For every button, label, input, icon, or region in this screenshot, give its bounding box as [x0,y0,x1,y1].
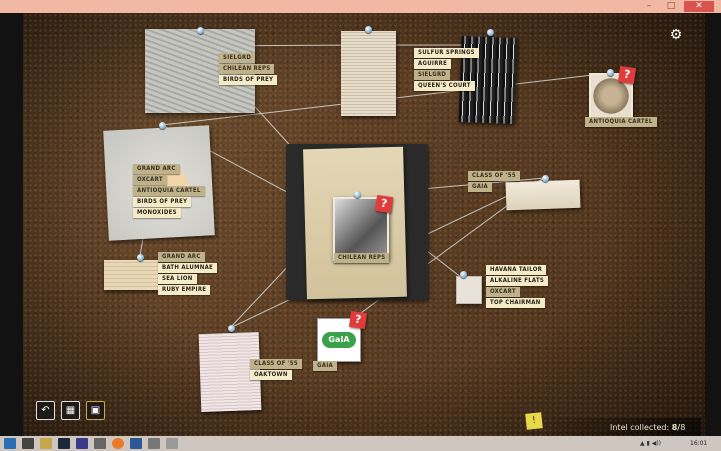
taskbar-app-icon[interactable] [22,438,34,449]
intel-value: 8/ [671,423,681,432]
evidence-tag[interactable]: Oxcart [486,287,520,297]
evidence-tag[interactable]: Sielgrd [219,53,256,63]
evidence-tag[interactable]: Queen's Court [414,81,475,91]
newspaper-clipping[interactable] [341,31,396,116]
evidence-tag[interactable]: Sea Lion [158,274,197,284]
evidence-tag[interactable]: Alkaline Flats [486,276,549,286]
map-icon[interactable]: ▦ [61,401,80,420]
evidence-tag[interactable]: Antioquia Cartel [133,186,205,196]
evidence-tag[interactable]: Chilean Reps [334,253,390,263]
evidence-tag[interactable]: Grand Arc [133,164,180,174]
pushpin-icon [137,254,144,261]
evidence-tag[interactable]: Havana Tailor [486,265,547,275]
intel-total: 8 [680,423,686,432]
evidence-tag[interactable]: Aguirre [414,59,452,69]
evidence-tag[interactable]: Sielgrd [414,70,451,80]
evidence-tag[interactable]: Gaia [313,361,337,371]
steam-icon[interactable] [58,438,70,449]
pushpin-icon [460,271,467,278]
folder-icon[interactable] [40,438,52,449]
evidence-tag[interactable]: Monoxides [133,208,181,218]
window-titlebar: – □ ✕ [0,0,721,13]
word-icon[interactable] [130,438,142,449]
question-mark-icon: ? [374,194,394,214]
evidence-tag[interactable]: Top Chairman [486,298,545,308]
evidence-tag[interactable]: Bath Alumnae [158,263,218,273]
intel-label: Intel collected: [610,423,670,432]
pushpin-icon [365,26,372,33]
taskbar-app-icon[interactable] [94,438,106,449]
start-button[interactable] [4,438,16,449]
evidence-tag[interactable]: Ruby Empire [158,285,211,295]
taskbar-app-icon[interactable] [148,438,160,449]
pushpin-icon [542,175,549,182]
intel-counter: Intel collected: 8/8 [610,423,685,433]
gaia-logo: GaIA [322,332,356,348]
taskbar: ▲ ▮ ◀)) 16:01 [0,436,721,451]
pushpin-icon [607,69,614,76]
tray-icons[interactable]: ▲ ▮ ◀)) [640,438,680,449]
undo-icon[interactable]: ↶ [36,401,55,420]
pushpin-icon [159,122,166,129]
pushpin-icon [197,27,204,34]
firefox-icon[interactable] [112,438,124,449]
evidence-tag[interactable]: Class of '55 [468,171,520,181]
pushpin-icon [354,191,361,198]
evidence-tag[interactable]: Class of '55 [250,359,302,369]
evidence-tag[interactable]: Gaia [468,182,492,192]
board-icon[interactable]: ▣ [86,401,105,420]
sticky-note-icon[interactable]: ! [525,412,543,430]
question-mark-icon: ? [617,65,637,85]
evidence-tag[interactable]: Oaktown [250,370,292,380]
evidence-tag[interactable]: Birds of Prey [133,197,192,207]
close-button[interactable]: ✕ [684,1,714,12]
evidence-tag[interactable]: Chilean Reps [219,64,275,74]
minimize-button[interactable]: – [640,1,658,12]
taskbar-app-icon[interactable] [76,438,88,449]
evidence-tag[interactable]: Oxcart [133,175,167,185]
note-paper[interactable] [104,260,158,290]
taskbar-app-icon[interactable] [166,438,178,449]
evidence-tag[interactable]: Antioquia Cartel [585,117,657,127]
evidence-tag[interactable]: Grand Arc [158,252,205,262]
game-viewport: Sielgrd Chilean Reps Birds of Prey Sulfu… [0,13,721,436]
question-mark-icon: ? [348,310,368,330]
taskbar-clock: 16:01 [690,440,708,447]
maximize-button[interactable]: □ [662,1,680,12]
receipt-paper[interactable] [505,179,581,211]
evidence-tag[interactable]: Birds of Prey [219,75,278,85]
pushpin-icon [228,325,235,332]
evidence-tag[interactable]: Sulfur Springs [414,48,479,58]
small-photo[interactable] [456,276,482,304]
pushpin-icon [487,29,494,36]
gear-icon[interactable]: ⚙ [668,27,684,43]
